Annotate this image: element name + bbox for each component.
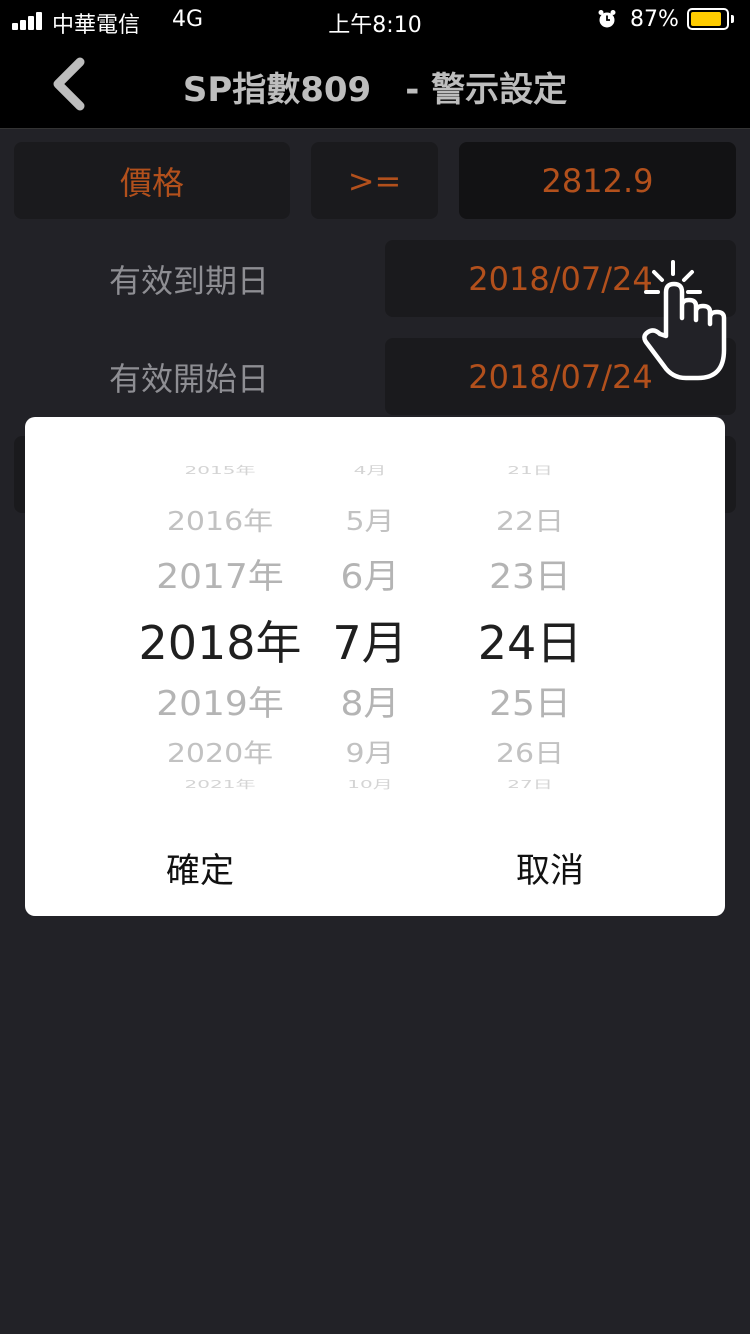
month-option[interactable]: 8月 bbox=[320, 676, 420, 725]
month-option[interactable]: 7月 bbox=[320, 607, 420, 673]
tap-hand-icon bbox=[642, 260, 727, 381]
month-option[interactable]: 6月 bbox=[320, 549, 420, 598]
year-option[interactable]: 2021年 bbox=[125, 776, 315, 792]
year-option[interactable]: 2020年 bbox=[125, 732, 315, 769]
day-option[interactable]: 26日 bbox=[465, 732, 595, 769]
battery-percent: 87% bbox=[630, 7, 679, 32]
cancel-button[interactable]: 取消 bbox=[475, 837, 625, 897]
condition-operator-select[interactable]: >= bbox=[311, 142, 438, 219]
page-title: SP指數809 - 警示設定 bbox=[182, 70, 568, 110]
month-option[interactable]: 5月 bbox=[320, 500, 420, 537]
day-wheel[interactable]: 21日 22日 23日 24日 25日 26日 27日 bbox=[465, 447, 595, 791]
expiry-date-label: 有效到期日 bbox=[108, 261, 269, 300]
battery-icon bbox=[687, 8, 729, 30]
year-option[interactable]: 2017年 bbox=[125, 549, 315, 598]
day-option[interactable]: 27日 bbox=[465, 776, 595, 792]
month-wheel[interactable]: 4月 5月 6月 7月 8月 9月 10月 bbox=[320, 447, 420, 791]
alarm-icon bbox=[598, 10, 616, 28]
condition-field-select[interactable]: 價格 bbox=[14, 142, 290, 219]
month-option[interactable]: 10月 bbox=[320, 776, 420, 792]
start-date-label: 有效開始日 bbox=[108, 359, 269, 398]
status-bar: 中華電信 4G 上午8:10 87% bbox=[0, 0, 750, 40]
navigation-bar: SP指數809 - 警示設定 bbox=[0, 40, 750, 129]
month-option[interactable]: 9月 bbox=[320, 732, 420, 769]
year-option[interactable]: 2019年 bbox=[125, 676, 315, 725]
date-picker-dialog: 2015年 2016年 2017年 2018年 2019年 2020年 2021年 4月 5月… bbox=[25, 417, 725, 916]
month-option[interactable]: 4月 bbox=[320, 462, 420, 478]
year-wheel[interactable]: 2015年 2016年 2017年 2018年 2019年 2020年 2021年 bbox=[125, 447, 315, 791]
condition-value-input[interactable]: 2812.9 bbox=[459, 142, 736, 219]
year-option[interactable]: 2015年 bbox=[125, 462, 315, 478]
confirm-button[interactable]: 確定 bbox=[125, 837, 275, 897]
year-option[interactable]: 2016年 bbox=[125, 500, 315, 537]
day-option[interactable]: 22日 bbox=[465, 500, 595, 537]
date-picker-wheel[interactable]: 2015年 2016年 2017年 2018年 2019年 2020年 2021年 4月 5月… bbox=[25, 447, 725, 791]
day-option[interactable]: 21日 bbox=[465, 462, 595, 478]
day-option[interactable]: 24日 bbox=[465, 607, 595, 673]
year-option[interactable]: 2018年 bbox=[125, 607, 315, 673]
day-option[interactable]: 25日 bbox=[465, 676, 595, 725]
day-option[interactable]: 23日 bbox=[465, 549, 595, 598]
